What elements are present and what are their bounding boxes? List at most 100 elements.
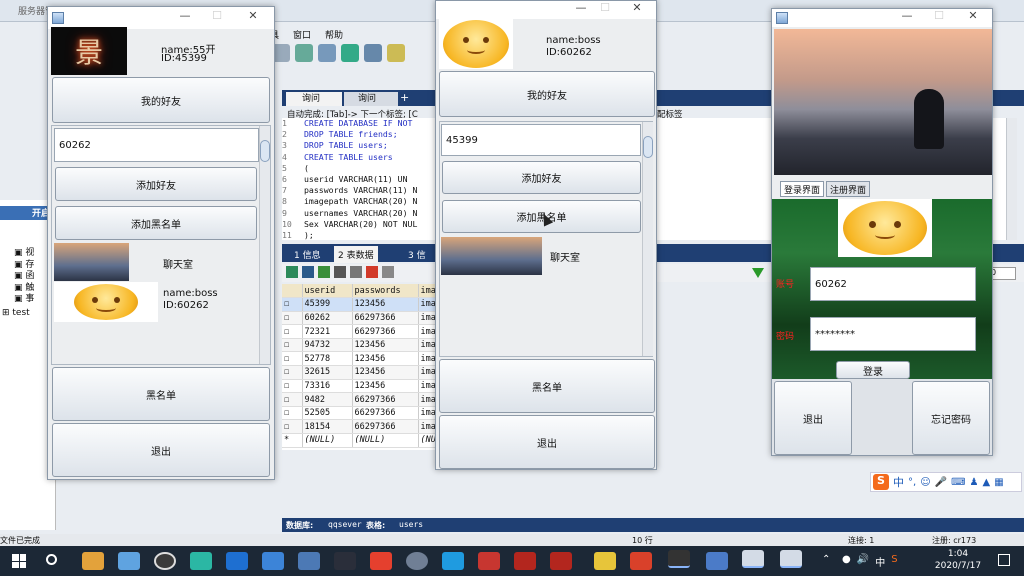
app-icon-4[interactable] — [190, 552, 212, 570]
keyboard-icon[interactable]: ⌨ — [951, 477, 965, 488]
tab-register[interactable]: 注册界面 — [826, 181, 871, 197]
app-icon-5[interactable] — [226, 552, 248, 570]
tree-item-test[interactable]: ⊞ test — [2, 308, 30, 318]
filter-icon[interactable] — [752, 268, 764, 278]
table-cell[interactable]: 94732 — [302, 338, 353, 353]
close-icon[interactable]: ✕ — [962, 9, 984, 25]
table-cell[interactable]: 45399 — [302, 297, 353, 312]
close-icon[interactable]: ✕ — [626, 1, 648, 17]
table-cell[interactable]: 123456 — [352, 338, 419, 353]
table-row[interactable]: ☐ 73316 123456 ima — [282, 379, 442, 394]
tab-table-data[interactable]: 2 表数据 — [334, 246, 378, 263]
sogou-tray-icon[interactable]: S — [891, 554, 897, 569]
minimize-icon[interactable]: — — [570, 1, 592, 17]
tab-info-3[interactable]: 3 信 — [408, 248, 426, 261]
tree-item[interactable]: ▣ 触 — [14, 283, 34, 295]
login-button[interactable]: 登录 — [836, 361, 910, 379]
blacklist-button[interactable]: 黑名单 — [52, 367, 270, 421]
camera-icon[interactable] — [154, 552, 176, 570]
friend-panel-scrollbar[interactable] — [642, 122, 653, 356]
my-friends-button[interactable]: 我的好友 — [52, 77, 270, 123]
notification-icon[interactable] — [998, 554, 1010, 566]
table-cell[interactable]: 52778 — [302, 351, 353, 367]
toolbar-icon[interactable] — [387, 44, 405, 62]
table-row[interactable]: ☐ 18154 66297366 ima — [282, 419, 442, 435]
java-app-icon[interactable] — [742, 550, 764, 568]
app-icon-11[interactable] — [442, 552, 464, 570]
app-icon-15[interactable] — [594, 552, 616, 570]
user-icon[interactable]: ♟ — [970, 477, 979, 488]
table-row[interactable]: * (NULL) (NULL) (NU — [282, 433, 442, 448]
table-cell[interactable]: 123456 — [352, 365, 419, 380]
app-icon-17[interactable] — [668, 550, 690, 568]
tree-item[interactable]: ▣ 视 — [14, 248, 34, 260]
toolbar-icon[interactable] — [318, 44, 336, 62]
table-cell[interactable]: 18154 — [302, 419, 353, 435]
forgot-password-button[interactable]: 忘记密码 — [912, 381, 990, 455]
ime-lang[interactable]: 中 — [893, 474, 904, 490]
blacklist-button[interactable]: 黑名单 — [439, 359, 655, 413]
exit-button[interactable]: 退出 — [774, 381, 852, 455]
chatroom-label[interactable]: 聊天室 — [163, 256, 193, 271]
exit-button[interactable]: 退出 — [439, 415, 655, 469]
friend-avatar[interactable] — [54, 282, 158, 322]
table-cell[interactable]: 66297366 — [352, 324, 419, 339]
column-header[interactable]: userid — [302, 284, 353, 299]
table-cell[interactable]: 123456 — [352, 379, 419, 394]
punctuation-icon[interactable]: °, — [908, 477, 916, 488]
tab-login[interactable]: 登录界面 — [780, 181, 825, 197]
new-tab-icon[interactable]: + — [400, 92, 412, 104]
maximize-icon[interactable]: ☐ — [594, 1, 616, 17]
table-row[interactable]: ☐ 94732 123456 ima — [282, 338, 442, 353]
chatroom-label[interactable]: 聊天室 — [550, 249, 580, 264]
add-blacklist-button[interactable]: 添加黑名单 — [55, 206, 257, 240]
toolbar-icon[interactable] — [364, 44, 382, 62]
table-cell[interactable]: 66297366 — [352, 419, 419, 435]
app-icon-6[interactable] — [262, 552, 284, 570]
minimize-icon[interactable]: — — [174, 9, 196, 25]
table-cell[interactable]: (NULL) — [302, 433, 353, 448]
toolbar-icon[interactable] — [295, 44, 313, 62]
friend-id-input[interactable]: 60262 — [54, 128, 259, 162]
toolbar-icon[interactable] — [334, 266, 346, 278]
friend-panel-scrollbar[interactable] — [259, 126, 270, 364]
add-friend-button[interactable]: 添加好友 — [442, 161, 641, 194]
my-friends-button[interactable]: 我的好友 — [439, 71, 655, 117]
app-icon-9[interactable] — [370, 552, 392, 570]
sogou-logo-icon[interactable]: S — [873, 474, 889, 490]
table-cell[interactable]: 66297366 — [352, 311, 419, 326]
table-row[interactable]: ☐ 32615 123456 ima — [282, 365, 442, 380]
code-editor[interactable]: 1 CREATE DATABASE IF NOT 2 DROP TABLE frien… — [282, 118, 440, 240]
exit-button[interactable]: 退出 — [52, 423, 270, 477]
table-cell[interactable]: 66297366 — [352, 406, 419, 421]
chatroom-thumbnail[interactable] — [54, 243, 129, 281]
tab-query-1[interactable]: 询问 — [286, 92, 342, 106]
emoji-icon[interactable]: ☺ — [920, 477, 930, 488]
maximize-icon[interactable]: ☐ — [206, 9, 228, 25]
menu-item-window[interactable]: 窗口 — [293, 28, 311, 42]
app-icon-12[interactable] — [478, 552, 500, 570]
store-icon[interactable] — [118, 552, 140, 570]
app-icon-8[interactable] — [334, 552, 356, 570]
tree-item[interactable]: ▣ 函 — [14, 271, 34, 283]
tree-item[interactable]: ▣ 存 — [14, 260, 34, 272]
minimize-icon[interactable]: — — [896, 9, 918, 25]
chatroom-thumbnail[interactable] — [441, 237, 542, 275]
table-cell[interactable]: 32615 — [302, 365, 353, 380]
tray-chevron-icon[interactable]: ⌃ — [822, 554, 830, 565]
table-cell[interactable]: 72321 — [302, 324, 353, 339]
skin-icon[interactable]: ▲ — [982, 477, 990, 488]
table-cell[interactable]: (NULL) — [352, 433, 419, 448]
app-icon-18[interactable] — [706, 552, 728, 570]
app-icon-14[interactable] — [550, 552, 572, 570]
scroll-thumb[interactable] — [260, 140, 270, 162]
table-cell[interactable]: 52505 — [302, 406, 353, 421]
clock[interactable]: 1:04 2020/7/17 — [930, 548, 986, 572]
close-icon[interactable]: ✕ — [242, 9, 264, 25]
table-row[interactable]: ☐ 52505 66297366 ima — [282, 406, 442, 421]
table-row[interactable]: ☐ 60262 66297366 ima — [282, 311, 442, 326]
windows-start-icon[interactable] — [12, 554, 26, 568]
app-icon-1[interactable] — [82, 552, 104, 570]
table-row[interactable]: ☐ 52778 123456 ima — [282, 351, 442, 367]
scroll-thumb[interactable] — [643, 136, 653, 158]
